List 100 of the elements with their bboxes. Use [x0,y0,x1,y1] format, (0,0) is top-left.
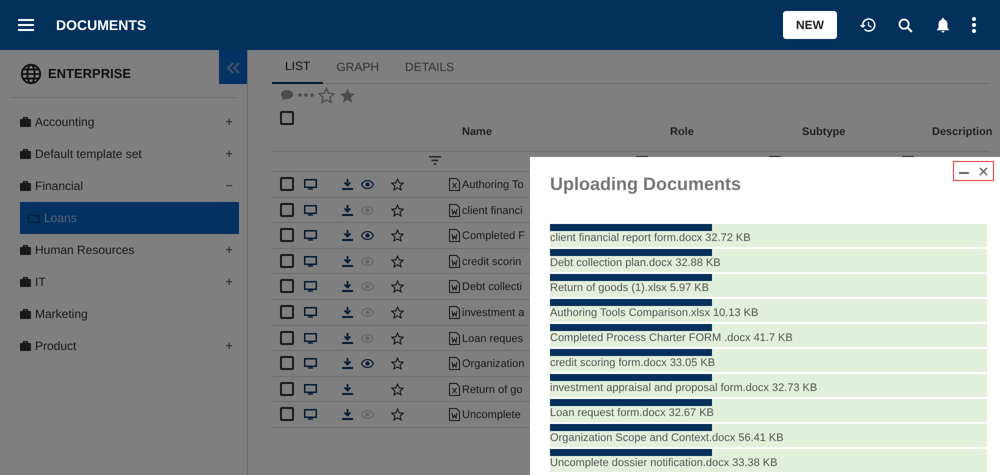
download-icon[interactable] [342,358,353,370]
tree-item[interactable]: Financial − [0,170,247,202]
row-checkbox[interactable] [280,279,294,294]
download-icon[interactable] [342,256,353,267]
expand-toggle[interactable]: − [225,176,233,196]
close-icon[interactable] [979,166,988,176]
menu-icon[interactable] [18,19,34,31]
star-outline-icon[interactable] [391,178,404,191]
row-checkbox[interactable] [280,330,294,345]
tree-item[interactable]: Product + [0,330,247,362]
monitor-icon[interactable] [304,306,317,318]
row-checkbox[interactable] [280,202,294,217]
tree-item[interactable]: Marketing [0,298,247,330]
dialog-title: Uploading Documents [550,173,742,196]
download-icon[interactable] [342,384,353,395]
briefcase-icon [20,181,31,191]
star-outline-icon[interactable] [391,332,404,345]
eye-icon[interactable] [361,231,374,240]
new-button[interactable]: NEW [783,11,837,39]
tab[interactable]: DETAILS [392,50,468,84]
star-outline-icon[interactable] [391,204,404,217]
file-name[interactable]: Return of go [462,382,523,398]
monitor-icon[interactable] [304,384,317,395]
file-name[interactable]: Debt collecti [462,279,522,296]
upload-label: Return of goods (1).xlsx 5.97 KB [550,281,710,295]
expand-toggle[interactable]: + [225,240,233,260]
star-outline-icon[interactable] [391,280,404,294]
column-header[interactable]: Subtype [802,124,846,140]
expand-toggle[interactable]: + [225,112,233,132]
monitor-icon[interactable] [304,204,317,216]
star-outline-icon[interactable] [391,357,404,370]
download-icon[interactable] [342,179,353,190]
row-checkbox[interactable] [280,228,294,242]
eye-icon[interactable] [361,359,374,368]
upload-label: Organization Scope and Context.docx 56.41 KB [550,431,785,445]
file-name[interactable]: credit scorin [462,254,522,270]
eye-icon[interactable] [361,180,374,189]
star-icon[interactable] [339,86,356,104]
row-checkbox[interactable] [280,407,294,422]
download-icon[interactable] [342,332,353,344]
monitor-icon[interactable] [304,230,317,242]
star-outline-icon[interactable] [318,86,335,104]
row-checkbox[interactable] [280,254,294,268]
upload-label: Loan request form.docx 32.67 KB [550,406,715,420]
download-icon[interactable] [342,230,353,242]
history-icon[interactable] [859,16,877,34]
briefcase-icon [20,117,31,127]
file-name[interactable]: Uncomplete [462,407,521,424]
row-checkbox[interactable] [280,356,294,370]
tree-item[interactable]: Accounting + [0,106,247,138]
monitor-icon[interactable] [304,358,317,370]
file-name[interactable]: Organization [462,356,524,373]
tree-item[interactable]: Default template set + [0,138,247,170]
upload-label: client financial report form.docx 32.72 KB [550,231,752,245]
file-name[interactable]: Completed F [462,228,525,245]
download-icon[interactable] [342,409,353,420]
select-all-checkbox[interactable] [280,111,294,125]
dots-icon[interactable] [298,93,314,97]
monitor-icon[interactable] [304,179,317,190]
file-name[interactable]: client financi [462,202,523,220]
row-checkbox[interactable] [280,382,294,396]
tree-item[interactable]: IT + [0,266,247,298]
monitor-icon[interactable] [304,256,317,267]
expand-toggle[interactable]: + [225,144,233,164]
star-outline-icon[interactable] [391,306,404,319]
briefcase-icon [20,341,31,351]
app-title: DOCUMENTS [56,16,146,34]
upload-label: Uncomplete dossier notification.docx 33.38 KB [550,456,778,470]
briefcase-icon [20,149,31,159]
search-icon[interactable] [897,16,914,34]
expand-toggle[interactable]: + [225,336,233,356]
column-header[interactable]: Description [932,124,993,140]
file-name[interactable]: investment a [462,304,524,322]
star-outline-icon[interactable] [391,229,404,242]
double-chevron-icon [226,62,240,74]
star-outline-icon[interactable] [391,254,404,268]
expand-toggle[interactable]: + [225,272,233,292]
row-checkbox[interactable] [280,177,294,191]
download-icon[interactable] [342,306,353,318]
download-icon[interactable] [342,204,353,216]
column-header[interactable]: Role [670,124,694,140]
filter-icon[interactable] [429,156,441,165]
star-outline-icon[interactable] [391,408,404,422]
upload-label: Debt collection plan.docx 32.88 KB [550,256,722,270]
file-name[interactable]: Authoring To [462,177,524,194]
more-icon[interactable] [972,17,976,33]
tab[interactable]: GRAPH [323,50,392,84]
file-name[interactable]: Loan reques [462,330,524,348]
bell-icon[interactable] [934,15,952,35]
folder-icon [28,213,40,223]
tree-item[interactable]: Human Resources + [0,234,247,266]
column-header[interactable]: Name [462,124,492,140]
monitor-icon[interactable] [304,332,317,344]
row-checkbox[interactable] [280,304,294,319]
download-icon[interactable] [342,281,353,292]
tab[interactable]: LIST [272,50,324,84]
star-outline-icon[interactable] [391,382,404,396]
upload-label: investment appraisal and proposal form.docx 32.73 KB [550,381,818,395]
monitor-icon[interactable] [304,281,317,292]
monitor-icon[interactable] [304,409,317,420]
